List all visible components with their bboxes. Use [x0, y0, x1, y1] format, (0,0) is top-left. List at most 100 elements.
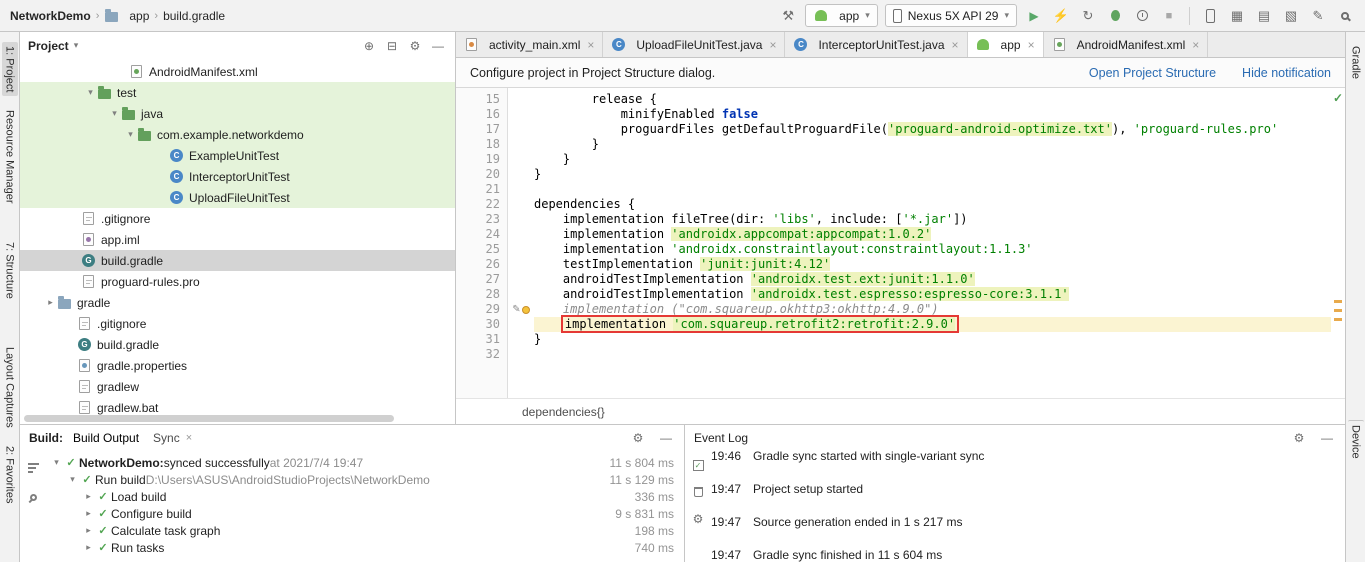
intention-pen-icon[interactable]: ✎: [512, 304, 520, 315]
chevron-down-icon[interactable]: ▾: [50, 457, 63, 468]
chevron-right-icon[interactable]: ▸: [82, 542, 95, 553]
sdk-manager-icon[interactable]: ▦: [1227, 6, 1247, 26]
lightbulb-icon[interactable]: [521, 305, 530, 314]
build-row[interactable]: ▾ ✓ Run build D:\Users\ASUS\AndroidStudioP…: [46, 471, 674, 488]
tree-item-test[interactable]: ▾ test: [20, 82, 455, 103]
close-tab-icon[interactable]: ×: [587, 38, 594, 52]
chevron-down-icon[interactable]: ▾: [74, 40, 79, 51]
tree-item-com-example-networkdemo[interactable]: ▾ com.example.networkdemo: [20, 124, 455, 145]
hide-event-log-icon[interactable]: —: [1318, 429, 1336, 447]
tree-item-build-gradle[interactable]: Gbuild.gradle: [20, 250, 455, 271]
code-line-31[interactable]: }: [534, 332, 1331, 347]
build-row[interactable]: ▸ ✓ Calculate task graph 198 ms: [46, 522, 674, 539]
tool-button-1-project[interactable]: 1: Project: [1, 42, 18, 97]
tree-item-java[interactable]: ▾ java: [20, 103, 455, 124]
code-line-23[interactable]: implementation fileTree(dir: 'libs', inc…: [534, 212, 1331, 227]
layout-inspector-icon[interactable]: ▧: [1281, 6, 1301, 26]
close-tab-icon[interactable]: ×: [769, 38, 776, 52]
build-tab-sync[interactable]: Sync ×: [153, 431, 192, 445]
tree-item-gradle-properties[interactable]: gradle.properties: [20, 355, 455, 376]
run-config-select[interactable]: app ▾: [805, 4, 878, 27]
code-line-22[interactable]: dependencies {: [534, 197, 1331, 212]
chevron-right-icon[interactable]: ▸: [82, 508, 95, 519]
code-line-32[interactable]: [534, 347, 1331, 362]
panel-settings-icon[interactable]: ⚙: [406, 37, 424, 55]
event-log-entry[interactable]: 19:47 Project setup started: [711, 472, 1345, 505]
build-hammer-icon[interactable]: ⚒: [778, 6, 798, 26]
hide-panel-icon[interactable]: —: [429, 37, 447, 55]
editor-scrollbar[interactable]: ✓: [1331, 88, 1345, 398]
profiler-icon[interactable]: [1132, 6, 1152, 26]
chevron-down-icon[interactable]: ▾: [124, 129, 137, 140]
event-log-settings-icon[interactable]: ⚙: [1290, 429, 1308, 447]
tree-item-gitignore[interactable]: .gitignore: [20, 313, 455, 334]
commit-icon[interactable]: ✎: [1308, 6, 1328, 26]
avd-manager-icon[interactable]: [1200, 6, 1220, 26]
open-project-structure-link[interactable]: Open Project Structure: [1089, 66, 1216, 80]
hide-notification-link[interactable]: Hide notification: [1242, 66, 1331, 80]
warning-mark[interactable]: [1334, 318, 1342, 321]
stop-icon[interactable]: ■: [1159, 6, 1179, 26]
filter-icon[interactable]: [24, 458, 42, 476]
build-row[interactable]: ▸ ✓ Configure build 9 s 831 ms: [46, 505, 674, 522]
event-log-entry[interactable]: 19:47 Source generation ended in 1 s 217 …: [711, 505, 1345, 538]
code-line-18[interactable]: }: [534, 137, 1331, 152]
breadcrumb-networkdemo[interactable]: NetworkDemo: [10, 9, 91, 23]
tree-item-gradle[interactable]: ▸ gradle: [20, 292, 455, 313]
chevron-down-icon[interactable]: ▾: [84, 87, 97, 98]
close-tab-icon[interactable]: ×: [1192, 38, 1199, 52]
code-line-27[interactable]: androidTestImplementation 'androidx.test…: [534, 272, 1331, 287]
tab-interceptorunittest-java[interactable]: C InterceptorUnitTest.java ×: [785, 32, 968, 57]
tree-item-gitignore[interactable]: .gitignore: [20, 208, 455, 229]
code-line-26[interactable]: testImplementation 'junit:junit:4.12': [534, 257, 1331, 272]
warning-mark[interactable]: [1334, 300, 1342, 303]
sync-project-icon[interactable]: ↻: [1078, 6, 1098, 26]
chevron-right-icon[interactable]: ▸: [82, 491, 95, 502]
tree-item-app-iml[interactable]: app.iml: [20, 229, 455, 250]
tree-item-uploadfileunittest[interactable]: C UploadFileUnitTest: [20, 187, 455, 208]
mark-all-read-icon[interactable]: ✓: [689, 456, 707, 474]
collapse-all-icon[interactable]: ⊟: [383, 37, 401, 55]
tool-button-7-structure[interactable]: 7: Structure: [2, 238, 18, 303]
code-line-16[interactable]: minifyEnabled false: [534, 107, 1331, 122]
build-row[interactable]: ▸ ✓ Load build 336 ms: [46, 488, 674, 505]
close-tab-icon[interactable]: ×: [1028, 38, 1035, 52]
inspections-ok-icon[interactable]: ✓: [1333, 91, 1343, 105]
tree-item-proguard-rules-pro[interactable]: proguard-rules.pro: [20, 271, 455, 292]
tab-activity-main-xml[interactable]: activity_main.xml ×: [456, 32, 604, 57]
tool-button-resource-manager[interactable]: Resource Manager: [2, 106, 18, 208]
hide-build-panel-icon[interactable]: —: [657, 429, 675, 447]
clear-all-icon[interactable]: [689, 483, 707, 501]
run-icon[interactable]: ▶: [1024, 6, 1044, 26]
horizontal-scrollbar[interactable]: [24, 415, 445, 422]
gradle-tool-button[interactable]: Gradle: [1348, 42, 1364, 83]
code-line-24[interactable]: implementation 'androidx.appcompat:appco…: [534, 227, 1331, 242]
code-editor[interactable]: release { minifyEnabled false proguardFi…: [534, 88, 1331, 398]
device-file-explorer-icon[interactable]: ▤: [1254, 6, 1274, 26]
tree-item-exampleunittest[interactable]: C ExampleUnitTest: [20, 145, 455, 166]
tree-item-androidmanifest-xml[interactable]: AndroidManifest.xml: [20, 61, 455, 82]
breadcrumb-app[interactable]: app: [129, 9, 149, 23]
code-line-19[interactable]: }: [534, 152, 1331, 167]
code-line-30[interactable]: implementation 'com.squareup.retrofit2:r…: [534, 315, 1331, 333]
close-tab-icon[interactable]: ×: [186, 432, 192, 444]
tree-item-gradlew[interactable]: gradlew: [20, 376, 455, 397]
code-line-25[interactable]: implementation 'androidx.constraintlayou…: [534, 242, 1331, 257]
close-tab-icon[interactable]: ×: [952, 38, 959, 52]
chevron-down-icon[interactable]: ▾: [66, 474, 79, 485]
locate-file-icon[interactable]: ⊕: [360, 37, 378, 55]
project-panel-title[interactable]: Project: [28, 39, 69, 53]
tab-androidmanifest-xml[interactable]: AndroidManifest.xml ×: [1044, 32, 1209, 57]
chevron-right-icon[interactable]: ▸: [44, 297, 57, 308]
code-line-28[interactable]: androidTestImplementation 'androidx.test…: [534, 287, 1331, 302]
warning-mark[interactable]: [1334, 309, 1342, 312]
code-line-20[interactable]: }: [534, 167, 1331, 182]
tree-item-build-gradle[interactable]: Gbuild.gradle: [20, 334, 455, 355]
tool-button-2-favorites[interactable]: 2: Favorites: [2, 442, 18, 507]
tree-item-interceptorunittest[interactable]: C InterceptorUnitTest: [20, 166, 455, 187]
build-row[interactable]: ▾ ✓ NetworkDemo: synced successfully at 20…: [46, 454, 674, 471]
build-settings-icon[interactable]: ⚙: [629, 429, 647, 447]
build-row[interactable]: ▸ ✓ Run tasks 740 ms: [46, 539, 674, 556]
device-select[interactable]: Nexus 5X API 29 ▾: [884, 4, 1017, 27]
tab-app[interactable]: app ×: [967, 32, 1044, 57]
